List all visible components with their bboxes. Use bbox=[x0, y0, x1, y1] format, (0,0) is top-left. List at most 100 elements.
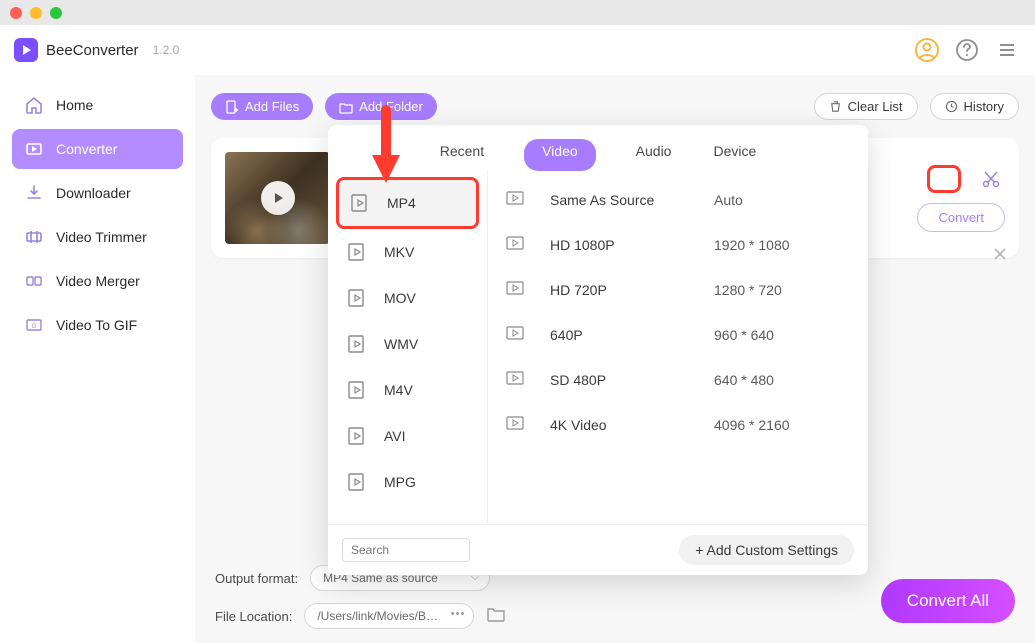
header: BeeConverter 1.2.0 bbox=[0, 25, 1035, 75]
menu-icon[interactable] bbox=[993, 36, 1021, 64]
resolution-list[interactable]: Same As Source Auto HD 1080P 1920 * 1080… bbox=[488, 171, 868, 524]
file-icon bbox=[346, 241, 370, 263]
open-folder-icon[interactable] bbox=[486, 605, 506, 628]
convert-button[interactable]: Convert bbox=[917, 203, 1005, 232]
file-plus-icon bbox=[225, 100, 239, 114]
sidebar-item-label: Video To GIF bbox=[56, 317, 137, 333]
convert-all-label: Convert All bbox=[907, 591, 989, 610]
resolution-name: Same As Source bbox=[550, 192, 690, 208]
format-label: WMV bbox=[384, 336, 418, 352]
resolution-480p[interactable]: SD 480P 640 * 480 bbox=[502, 357, 860, 402]
resolution-dim: 1920 * 1080 bbox=[714, 237, 790, 253]
download-icon bbox=[24, 183, 44, 203]
help-icon[interactable] bbox=[953, 36, 981, 64]
sidebar-item-label: Home bbox=[56, 97, 93, 113]
output-settings-button[interactable] bbox=[927, 165, 961, 193]
trash-icon bbox=[829, 100, 842, 113]
format-mkv[interactable]: MKV bbox=[336, 229, 479, 275]
format-mp4[interactable]: MP4 bbox=[336, 177, 479, 229]
file-icon bbox=[349, 192, 373, 214]
ellipsis-icon[interactable]: ••• bbox=[451, 608, 466, 620]
format-label: AVI bbox=[384, 428, 406, 444]
home-icon bbox=[24, 95, 44, 115]
sidebar-item-gif[interactable]: G Video To GIF bbox=[12, 305, 183, 345]
close-icon[interactable] bbox=[993, 247, 1007, 266]
sidebar-item-label: Video Trimmer bbox=[56, 229, 147, 245]
resolution-dim: 640 * 480 bbox=[714, 372, 774, 388]
add-custom-settings-button[interactable]: + Add Custom Settings bbox=[679, 535, 854, 565]
toolbar: Add Files Add Folder Clear List History bbox=[211, 93, 1019, 120]
tab-video[interactable]: Video bbox=[524, 139, 596, 171]
converter-icon bbox=[24, 139, 44, 159]
add-custom-label: + Add Custom Settings bbox=[695, 542, 838, 558]
sidebar-item-home[interactable]: Home bbox=[12, 85, 183, 125]
format-label: MPG bbox=[384, 474, 416, 490]
resolution-dim: Auto bbox=[714, 192, 743, 208]
resolution-dim: 960 * 640 bbox=[714, 327, 774, 343]
sidebar-item-downloader[interactable]: Downloader bbox=[12, 173, 183, 213]
tab-recent[interactable]: Recent bbox=[438, 139, 486, 171]
trimmer-icon bbox=[24, 227, 44, 247]
resolution-same[interactable]: Same As Source Auto bbox=[502, 177, 860, 222]
app-name: BeeConverter bbox=[46, 42, 139, 59]
output-format-label2: Output format: bbox=[215, 571, 298, 586]
file-icon bbox=[346, 287, 370, 309]
svg-text:G: G bbox=[32, 324, 37, 330]
add-folder-label: Add Folder bbox=[359, 99, 423, 114]
format-search-input[interactable] bbox=[342, 538, 470, 562]
window-maximize[interactable] bbox=[50, 7, 62, 19]
resolution-dim: 4096 * 2160 bbox=[714, 417, 790, 433]
tab-audio[interactable]: Audio bbox=[634, 139, 674, 171]
add-folder-button[interactable]: Add Folder bbox=[325, 93, 437, 120]
resolution-640p[interactable]: 640P 960 * 640 bbox=[502, 312, 860, 357]
app-version: 1.2.0 bbox=[153, 43, 180, 57]
gif-icon: G bbox=[24, 315, 44, 335]
dropdown-tabs: Recent Video Audio Device bbox=[328, 125, 868, 171]
convert-label: Convert bbox=[938, 210, 984, 225]
history-icon bbox=[945, 100, 958, 113]
resolution-name: 4K Video bbox=[550, 417, 690, 433]
clear-list-button[interactable]: Clear List bbox=[814, 93, 918, 120]
file-location-input[interactable]: /Users/link/Movies/BeeC ••• bbox=[304, 603, 474, 629]
format-list[interactable]: MP4 MKV MOV WMV M4V AVI bbox=[328, 171, 488, 524]
sidebar-item-converter[interactable]: Converter bbox=[12, 129, 183, 169]
window-controls bbox=[10, 7, 62, 19]
sidebar-item-trimmer[interactable]: Video Trimmer bbox=[12, 217, 183, 257]
sidebar-item-label: Converter bbox=[56, 141, 117, 157]
file-location-label: File Location: bbox=[215, 609, 292, 624]
resolution-dim: 1280 * 720 bbox=[714, 282, 782, 298]
format-m4v[interactable]: M4V bbox=[336, 367, 479, 413]
tab-device[interactable]: Device bbox=[711, 139, 758, 171]
sidebar: Home Converter Downloader Video Trimmer … bbox=[0, 75, 195, 643]
sidebar-item-merger[interactable]: Video Merger bbox=[12, 261, 183, 301]
app-logo-icon bbox=[14, 38, 38, 62]
resolution-1080p[interactable]: HD 1080P 1920 * 1080 bbox=[502, 222, 860, 267]
file-icon bbox=[346, 425, 370, 447]
window-minimize[interactable] bbox=[30, 7, 42, 19]
resolution-720p[interactable]: HD 720P 1280 * 720 bbox=[502, 267, 860, 312]
add-files-label: Add Files bbox=[245, 99, 299, 114]
clear-list-label: Clear List bbox=[848, 99, 903, 114]
format-label: MP4 bbox=[387, 195, 416, 211]
format-label: MKV bbox=[384, 244, 414, 260]
format-label: MOV bbox=[384, 290, 416, 306]
file-location-value: /Users/link/Movies/BeeC bbox=[317, 609, 448, 623]
format-mpg[interactable]: MPG bbox=[336, 459, 479, 505]
format-avi[interactable]: AVI bbox=[336, 413, 479, 459]
video-icon bbox=[506, 281, 526, 298]
history-button[interactable]: History bbox=[930, 93, 1019, 120]
cut-icon[interactable] bbox=[977, 165, 1005, 193]
convert-all-button[interactable]: Convert All bbox=[881, 579, 1015, 623]
add-files-button[interactable]: Add Files bbox=[211, 93, 313, 120]
resolution-name: HD 720P bbox=[550, 282, 690, 298]
video-icon bbox=[506, 371, 526, 388]
resolution-4k[interactable]: 4K Video 4096 * 2160 bbox=[502, 402, 860, 447]
video-icon bbox=[506, 191, 526, 208]
file-icon bbox=[346, 333, 370, 355]
account-icon[interactable] bbox=[913, 36, 941, 64]
window-close[interactable] bbox=[10, 7, 22, 19]
video-thumbnail[interactable] bbox=[225, 152, 330, 244]
resolution-name: HD 1080P bbox=[550, 237, 690, 253]
format-mov[interactable]: MOV bbox=[336, 275, 479, 321]
format-wmv[interactable]: WMV bbox=[336, 321, 479, 367]
